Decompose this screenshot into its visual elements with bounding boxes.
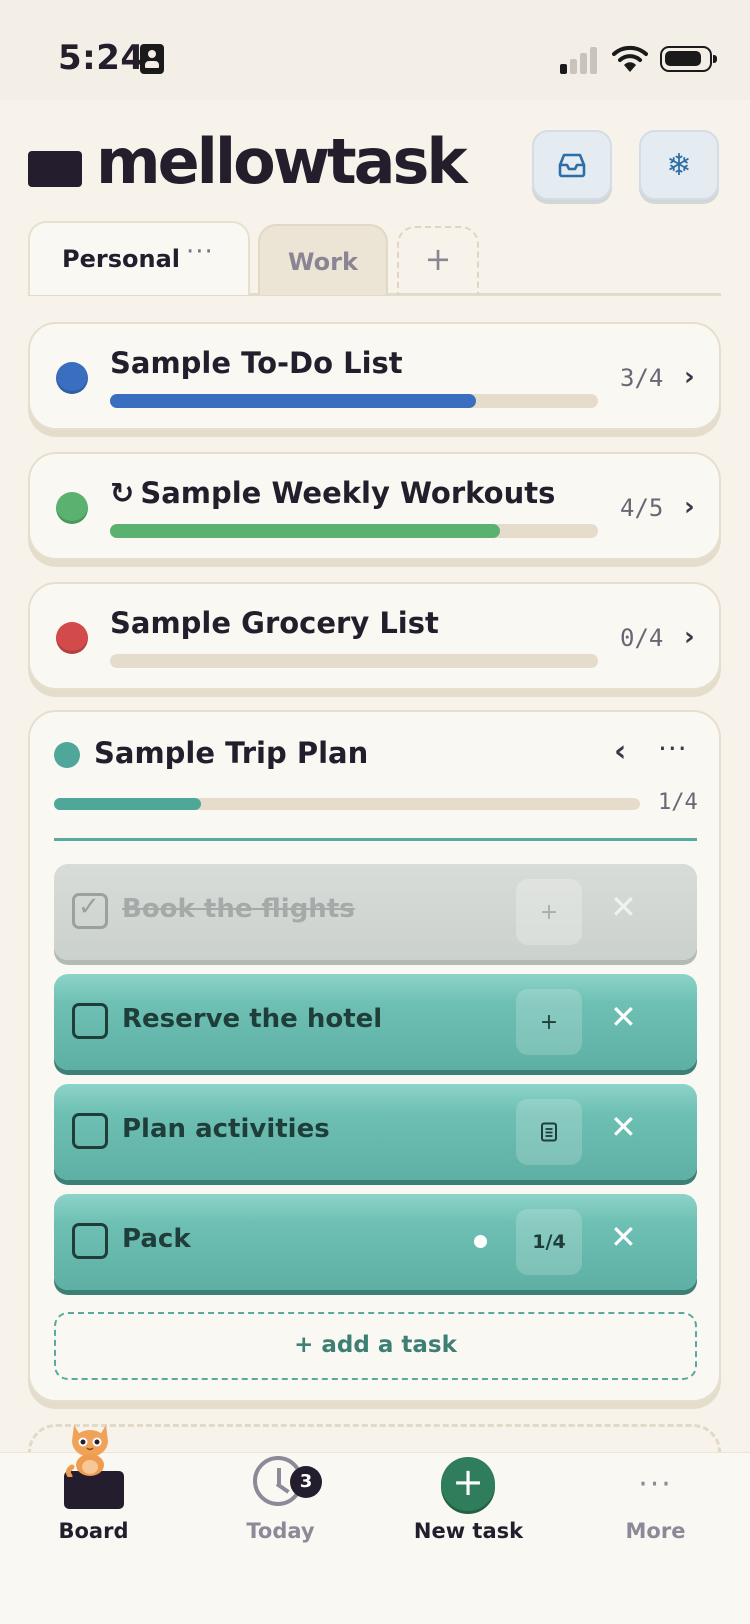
close-icon[interactable]: ✕ [610,888,637,926]
nav-board[interactable]: Board [0,1425,187,1573]
task-label: Plan activities [122,1114,330,1144]
task-label: Reserve the hotel [122,1004,383,1034]
list-title: Sample To-Do List [110,346,403,380]
close-icon[interactable]: ✕ [610,1218,637,1256]
checkmark-icon: ✓ [78,892,100,922]
task-checkbox[interactable] [72,1003,108,1039]
more-icon: ··· [638,1467,673,1502]
wifi-icon [612,44,648,74]
app-title: mellowtask [96,125,468,198]
list-title: ↻ Sample Weekly Workouts [110,476,555,510]
list-title[interactable]: Sample Trip Plan [94,736,368,770]
list-menu-button[interactable]: ··· [658,732,688,765]
list-progress-bar [54,798,640,810]
add-subtask-button[interactable]: + [516,989,582,1055]
tab-personal[interactable]: Personal ··· [28,221,250,295]
battery-icon [660,46,717,72]
bottom-nav: Board 3 Today + New task ··· More [0,1425,750,1624]
list-title-text: Sample Weekly Workouts [140,476,556,510]
tab-label: Work [288,248,358,276]
chevron-right-icon[interactable]: › [684,492,695,522]
add-task-button[interactable]: + add a task [54,1312,697,1380]
nav-label: Board [58,1519,129,1543]
nav-more[interactable]: ··· More [562,1453,749,1573]
nav-label: More [625,1519,686,1543]
nav-new-task[interactable]: + New task [375,1453,562,1573]
plus-icon: + [441,1457,495,1511]
list-color-dot [56,362,88,394]
cellular-signal-icon [560,46,600,74]
task-label: Book the flights [122,894,355,924]
add-subtask-button[interactable]: + [516,879,582,945]
task-item[interactable]: Plan activities ✕ [54,1084,697,1180]
tab-menu-button[interactable]: ··· [186,237,214,267]
note-button[interactable] [516,1099,582,1165]
list-count: 4/5 [620,494,664,522]
list-progress-bar [110,524,598,538]
task-checkbox[interactable] [72,1113,108,1149]
list-color-dot [54,742,80,768]
add-tab-button[interactable]: + [397,226,479,295]
task-checkbox[interactable]: ✓ [72,892,108,929]
list-card[interactable]: ↻ Sample Weekly Workouts 4/5 › [28,452,721,560]
list-count: 1/4 [658,790,698,815]
task-label: Pack [122,1224,191,1254]
cat-mascot-icon [66,1425,108,1477]
list-count: 3/4 [620,364,664,392]
app-logo-icon [28,151,82,187]
chevron-right-icon[interactable]: › [684,362,695,392]
nav-label: Today [246,1519,315,1543]
task-checkbox[interactable] [72,1223,108,1259]
chevron-right-icon[interactable]: › [684,622,695,652]
task-item[interactable]: Reserve the hotel + ✕ [54,974,697,1070]
freeze-button[interactable]: ❄ [639,130,719,200]
list-card[interactable]: Sample To-Do List 3/4 › [28,322,721,430]
close-icon[interactable]: ✕ [610,1108,637,1146]
divider [54,838,697,841]
tab-work[interactable]: Work [258,224,388,295]
inbox-tray-icon [558,153,586,178]
list-color-dot [56,622,88,654]
today-count-badge: 3 [290,1466,322,1498]
list-progress-fill [110,394,476,408]
list-card[interactable]: Sample Grocery List 0/4 › [28,582,721,690]
nav-today[interactable]: 3 Today [187,1453,374,1573]
subtask-count: 1/4 [532,1231,566,1253]
list-title: Sample Grocery List [110,606,439,640]
close-icon[interactable]: ✕ [610,998,637,1036]
note-indicator-dot [474,1235,487,1248]
inbox-button[interactable] [532,130,612,200]
repeat-icon: ↻ [110,476,135,510]
status-time: 5:24 [58,38,145,78]
list-color-dot [56,492,88,524]
list-progress-bar [110,394,598,408]
snowflake-icon: ❄ [666,147,692,183]
contact-card-icon [140,44,164,74]
tab-label: Personal [62,245,180,273]
collapse-chevron-icon[interactable]: ‹ [614,734,626,769]
nav-label: New task [413,1519,524,1543]
task-item[interactable]: ✓ Book the flights + ✕ [54,864,697,960]
list-count: 0/4 [620,624,664,652]
list-progress-fill [110,524,501,538]
expanded-list-card: Sample Trip Plan ‹ ··· 1/4 ✓ Book the fl… [28,710,721,1402]
task-item[interactable]: Pack 1/4 ✕ [54,1194,697,1290]
note-icon [541,1122,557,1142]
list-progress-fill [54,798,201,810]
list-progress-bar [110,654,598,668]
subtask-count-button[interactable]: 1/4 [516,1209,582,1275]
